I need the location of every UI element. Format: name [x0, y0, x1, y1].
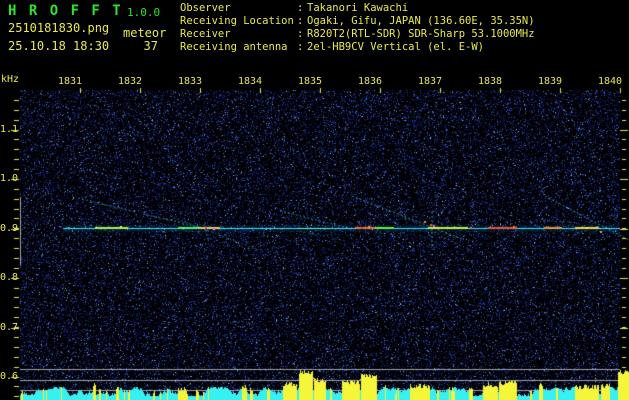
station-value: Ogaki, Gifu, JAPAN (136.60E, 35.35N) [307, 15, 535, 27]
station-value: R820T2(RTL-SDR) SDR-Sharp 53.1000MHz [307, 28, 535, 40]
station-row-location: Receiving Location:Ogaki, Gifu, JAPAN (1… [180, 15, 535, 27]
y-axis-label: 0.7 [0, 322, 13, 333]
x-axis-label: 1840 [598, 76, 622, 87]
x-axis-label: 1839 [538, 76, 562, 87]
date-time-label: 25.10.18 18:30 [8, 39, 109, 53]
x-axis-label: 1837 [418, 76, 442, 87]
y-axis-label: 1.1 [0, 124, 13, 135]
station-label: Receiver [180, 28, 297, 40]
station-label: Receiving antenna [180, 41, 297, 53]
mode-label: meteor [123, 26, 166, 40]
x-axis-label: 1831 [58, 76, 82, 87]
separator: : [297, 2, 307, 14]
station-row-observer: Observer:Takanori Kawachi [180, 2, 408, 14]
hrofft-window: H R O F F T 1.0.0 2510181830.png meteor … [0, 0, 629, 400]
output-filename: 2510181830.png [8, 21, 109, 35]
y-axis-label: 0.6 [0, 371, 13, 382]
x-axis-label: 1838 [478, 76, 502, 87]
separator: : [297, 15, 307, 27]
station-value: 2el-HB9CV Vertical (el. E-W) [307, 41, 484, 53]
separator: : [297, 28, 307, 40]
station-label: Receiving Location [180, 15, 297, 27]
y-axis-unit-label: kHz [1, 74, 19, 85]
station-value: Takanori Kawachi [307, 2, 408, 14]
station-row-receiver: Receiver:R820T2(RTL-SDR) SDR-Sharp 53.10… [180, 28, 535, 40]
app-version: 1.0.0 [127, 6, 160, 19]
spectrogram-canvas [0, 0, 629, 400]
x-axis-label: 1834 [238, 76, 262, 87]
separator: : [297, 41, 307, 53]
y-axis-label: 0.9 [0, 223, 13, 234]
x-axis-label: 1835 [298, 76, 322, 87]
station-label: Observer [180, 2, 297, 14]
y-axis-label: 0.8 [0, 272, 13, 283]
echo-count: 37 [136, 39, 158, 53]
x-axis-label: 1833 [178, 76, 202, 87]
y-axis-label: 1.0 [0, 173, 13, 184]
x-axis-label: 1836 [358, 76, 382, 87]
x-axis-label: 1832 [118, 76, 142, 87]
app-title: H R O F F T [8, 3, 123, 19]
station-row-antenna: Receiving antenna:2el-HB9CV Vertical (el… [180, 41, 484, 53]
